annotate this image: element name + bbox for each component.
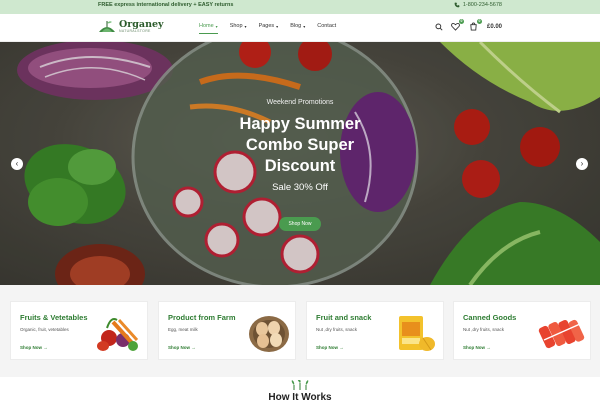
category-subtitle: Egg, meat milk [168, 327, 198, 332]
hero-sale-text: Sale 30% Off [272, 182, 328, 193]
chevron-down-icon: ▾ [244, 23, 247, 29]
phone-contact[interactable]: 1-800-234-5678 [454, 2, 502, 8]
logo-brand: Organey [119, 18, 164, 30]
hero-shop-now-button[interactable]: Shop Now [279, 217, 321, 231]
category-title: Product from Farm [168, 313, 236, 322]
vegetables-image [97, 318, 139, 351]
cart-total[interactable]: £0.00 [487, 24, 502, 30]
wishlist-count-badge: 0 [458, 19, 464, 24]
nav-item-pages[interactable]: Pages ▾ [259, 23, 279, 29]
nav-item-shop[interactable]: Shop ▾ [230, 23, 247, 29]
phone-icon [454, 2, 460, 8]
category-shop-now-link[interactable]: Shop Now → [316, 345, 344, 350]
cart-count-badge: 0 [476, 19, 482, 24]
chevron-right-icon: › [580, 159, 584, 168]
how-it-works-title: How It Works [268, 392, 332, 403]
category-card-farm-products[interactable]: Product from Farm Egg, meat milk Shop No… [158, 301, 296, 360]
slider-next-button[interactable]: › [576, 158, 588, 170]
how-it-works-section: How It Works [0, 377, 600, 403]
nav-item-contact[interactable]: Contact [317, 23, 336, 29]
cart-button[interactable]: 0 [469, 19, 482, 32]
cart-icon [470, 22, 477, 31]
category-title: Canned Goods [463, 313, 517, 322]
category-title: Fruit and snack [316, 313, 372, 322]
chevron-down-icon: ▾ [303, 23, 306, 29]
crab-sticks-image [538, 319, 585, 349]
category-shop-now-link[interactable]: Shop Now → [20, 345, 48, 350]
category-card-fruits-vegetables[interactable]: Fruits & Vetetables Organic, fruit, vete… [10, 301, 148, 360]
category-shop-now-link[interactable]: Shop Now → [168, 345, 196, 350]
logo-mark-icon [99, 21, 115, 32]
nav-item-label: Blog [290, 23, 302, 29]
hero-kicker: Weekend Promotions [266, 99, 334, 106]
top-bar: FREE express international delivery + EA… [0, 0, 600, 14]
category-subtitle: Organic, fruit, vetetables [20, 327, 69, 332]
wishlist-button[interactable]: 0 [451, 19, 464, 32]
header-actions: 0 0 £0.00 [435, 19, 502, 32]
chevron-down-icon: ▾ [215, 23, 218, 29]
nav-item-label: Pages [258, 23, 275, 29]
nav-item-home[interactable]: Home ▾ [199, 23, 218, 34]
hero-title-line: Discount [264, 157, 336, 175]
chevron-down-icon: ▾ [276, 23, 279, 29]
snack-pack-image [399, 316, 435, 351]
category-subtitle: Nut ,dry fruits, snack [316, 327, 358, 332]
eggs-image [249, 316, 289, 352]
site-header: Organey NATURALSTORE Home ▾ Shop ▾ Pages… [0, 14, 600, 42]
site-logo[interactable]: Organey NATURALSTORE [98, 19, 164, 33]
nav-item-blog[interactable]: Blog ▾ [290, 23, 305, 29]
nav-item-label: Contact [317, 23, 337, 29]
nav-item-label: Shop [229, 23, 243, 29]
category-card-canned-goods[interactable]: Canned Goods Nut ,dry fruits, snack Shop… [453, 301, 591, 360]
phone-number: 1-800-234-5678 [462, 2, 502, 8]
category-title: Fruits & Vetetables [20, 313, 88, 322]
category-section: Fruits & Vetetables Organic, fruit, vete… [0, 285, 600, 377]
category-card-fruit-snack[interactable]: Fruit and snack Nut ,dry fruits, snack S… [306, 301, 444, 360]
category-subtitle: Nut ,dry fruits, snack [463, 327, 505, 332]
category-shop-now-link[interactable]: Shop Now → [463, 345, 491, 350]
hero-title-line: Combo Super [245, 136, 355, 154]
chevron-left-icon: ‹ [15, 159, 19, 168]
sprout-icon [291, 380, 309, 390]
hero-title-line: Happy Summer [239, 115, 361, 133]
hero-slider: Weekend Promotions Happy Summer Combo Su… [0, 42, 600, 285]
promo-text: FREE express international delivery + EA… [98, 2, 234, 8]
main-nav: Home ▾ Shop ▾ Pages ▾ Blog ▾ Contact [199, 23, 336, 34]
search-icon[interactable] [435, 23, 443, 31]
hero-title: Happy Summer Combo Super Discount [0, 114, 600, 177]
slider-prev-button[interactable]: ‹ [11, 158, 23, 170]
nav-item-label: Home [199, 23, 214, 29]
heart-icon [451, 22, 460, 31]
